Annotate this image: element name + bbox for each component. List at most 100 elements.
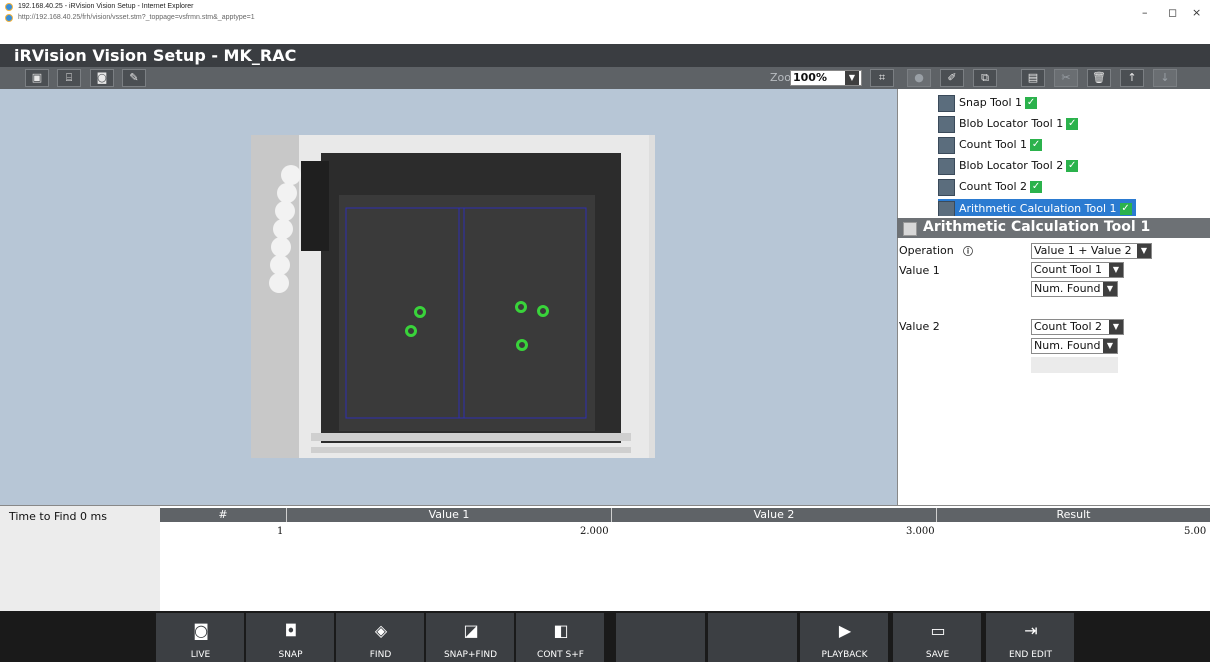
save-button[interactable]: ▭ SAVE (893, 613, 982, 662)
tree-item-blob-locator-tool-1[interactable]: Blob Locator Tool 1 ✓ (938, 114, 1079, 133)
empty-button (708, 613, 798, 662)
info-icon[interactable]: ⓘ (963, 243, 973, 258)
value2-label: Value 2 (899, 320, 940, 333)
address-url[interactable]: http://192.168.40.25/frh/vision/vsset.st… (18, 14, 255, 21)
button-label: CONT S+F (537, 650, 584, 660)
found-blob-marker (537, 305, 549, 317)
value1-label: Value 1 (899, 264, 940, 277)
continuous-snap-find-icon: ◧ (553, 621, 569, 640)
live-camera-icon: ◙ (193, 621, 209, 640)
found-blob-marker (405, 325, 417, 337)
calculator-icon (903, 222, 917, 236)
snap-find-icon: ◪ (463, 621, 479, 640)
properties-title: Arithmetic Calculation Tool 1 (923, 219, 1151, 235)
app-title: iRVision Vision Setup - MK_RAC (14, 46, 297, 65)
playback-icon: ▶ (838, 621, 852, 640)
tree-item-count-tool-1[interactable]: Count Tool 1 ✓ (938, 135, 1043, 154)
row-value2: 3.000 (906, 526, 935, 537)
window-title: 192.168.40.25 - iRVision Vision Setup - … (18, 3, 194, 10)
cont-snap-find-button[interactable]: ◧ CONT S+F (516, 613, 605, 662)
button-label: LIVE (190, 650, 211, 660)
operation-select[interactable]: Value 1 + Value 2 (1031, 243, 1152, 259)
check-icon: ✓ (1066, 118, 1079, 130)
chevron-down-icon[interactable]: ▼ (1103, 282, 1117, 296)
empty-field (1031, 357, 1118, 373)
save-image-icon[interactable]: ⌸ (57, 69, 81, 87)
chevron-down-icon[interactable]: ▼ (1103, 339, 1117, 353)
row-result: 5.00 (1184, 526, 1207, 537)
restore-button[interactable]: ◻ (1168, 6, 1177, 19)
check-icon: ✓ (1030, 139, 1043, 151)
chevron-down-icon[interactable]: ▼ (1137, 244, 1151, 258)
save-icon: ▭ (930, 621, 946, 640)
tree-item-blob-locator-tool-2[interactable]: Blob Locator Tool 2 ✓ (938, 156, 1079, 175)
camera-icon (938, 94, 955, 112)
check-icon: ✓ (1025, 97, 1038, 109)
empty-button (616, 613, 706, 662)
ie-page-icon (5, 14, 13, 22)
camera-image[interactable] (251, 135, 655, 458)
tree-item-label: Blob Locator Tool 2 (959, 159, 1064, 172)
tree-item-label: Count Tool 1 (959, 138, 1028, 151)
live-button[interactable]: ◙ LIVE (156, 613, 245, 662)
cut-tool-icon[interactable]: ✂ (1054, 69, 1078, 87)
copy-tool-icon[interactable]: ⧉ (973, 69, 997, 87)
button-label: PLAYBACK (821, 650, 868, 660)
tree-item-label: Snap Tool 1 (959, 96, 1023, 109)
row-index: 1 (277, 526, 284, 537)
time-to-find-label: Time to Find (9, 510, 77, 523)
col-header-value2: Value 2 (753, 508, 795, 521)
snap-find-button[interactable]: ◪ SNAP+FIND (426, 613, 515, 662)
button-label: SNAP+FIND (443, 650, 498, 660)
count-tool-icon (938, 136, 955, 154)
found-blob-marker (414, 306, 426, 318)
button-label: SNAP (278, 650, 303, 660)
found-blob-marker (515, 301, 527, 313)
check-icon: ✓ (1119, 203, 1132, 215)
tree-item-label: Count Tool 2 (959, 180, 1028, 193)
ie-icon (5, 3, 13, 11)
col-header-index: # (218, 508, 228, 521)
move-up-icon[interactable]: ↑ (1120, 69, 1144, 87)
time-to-find-value: 0 ms (80, 510, 107, 523)
chevron-down-icon[interactable]: ▼ (1109, 263, 1123, 277)
button-label: SAVE (925, 650, 950, 660)
chevron-down-icon[interactable]: ▼ (1109, 320, 1123, 334)
edit-tool-icon[interactable]: ✐ (940, 69, 964, 87)
fit-window-icon[interactable]: ⌗ (870, 69, 894, 87)
tree-item-count-tool-2[interactable]: Count Tool 2 ✓ (938, 177, 1043, 196)
camera-image-svg (251, 135, 655, 458)
chevron-down-icon[interactable]: ▼ (845, 71, 859, 85)
playback-button[interactable]: ▶ PLAYBACK (800, 613, 889, 662)
button-label: END EDIT (1009, 650, 1052, 660)
rename-tool-icon[interactable]: ▤ (1021, 69, 1045, 87)
snap-image-icon[interactable]: ◙ (90, 69, 114, 87)
live-image-icon[interactable]: ▣ (25, 69, 49, 87)
tree-item-label: Arithmetic Calculation Tool 1 (959, 202, 1117, 215)
tree-item-label: Blob Locator Tool 1 (959, 117, 1064, 130)
close-button[interactable]: × (1192, 6, 1201, 19)
row-value1: 2.000 (580, 526, 609, 537)
check-icon: ✓ (1030, 181, 1043, 193)
button-label: FIND (369, 650, 392, 660)
minimize-button[interactable]: – (1142, 6, 1148, 19)
pen-icon[interactable]: ✎ (122, 69, 146, 87)
blob-locator-icon (938, 115, 955, 133)
check-icon: ✓ (1066, 160, 1079, 172)
calculator-icon (938, 200, 955, 218)
find-icon: ◈ (374, 621, 388, 640)
count-tool-icon (938, 178, 955, 196)
snap-button[interactable]: ◘ SNAP (246, 613, 335, 662)
end-edit-button[interactable]: ⇥ END EDIT (986, 613, 1075, 662)
find-button[interactable]: ◈ FIND (336, 613, 425, 662)
operation-label: Operation (899, 244, 954, 257)
blob-locator-icon (938, 157, 955, 175)
zoom-value: 100% (793, 71, 827, 84)
found-blob-marker (516, 339, 528, 351)
exit-icon: ⇥ (1024, 621, 1038, 640)
move-down-icon[interactable]: ↓ (1153, 69, 1177, 87)
col-header-result: Result (1056, 508, 1091, 521)
tree-item-snap-tool-1[interactable]: Snap Tool 1 ✓ (938, 93, 1038, 112)
add-tool-icon[interactable]: ● (907, 69, 931, 87)
delete-icon[interactable]: 🗑 (1087, 69, 1111, 87)
